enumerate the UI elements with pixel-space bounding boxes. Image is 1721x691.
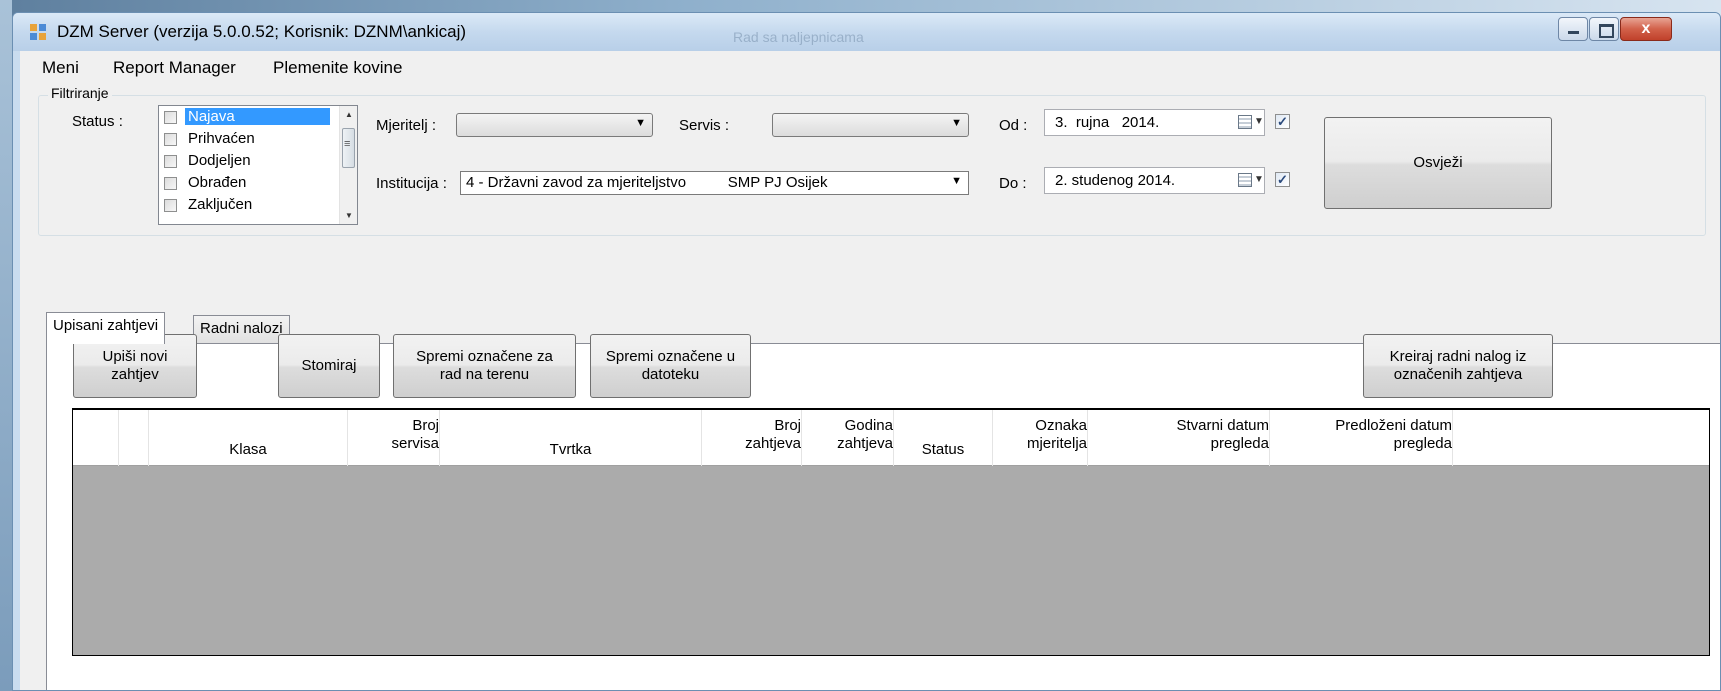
chevron-down-icon: ▼ — [635, 117, 646, 129]
mjeritelj-combo[interactable]: ▼ — [456, 113, 653, 137]
status-item-zakljucen[interactable]: Zaključen — [161, 195, 331, 217]
status-checklist[interactable]: Najava Prihvaćen Dodjeljen Obrađen Zaklj… — [158, 105, 358, 225]
main-window: DZM Server (verzija 5.0.0.52; Korisnik: … — [12, 12, 1721, 691]
servis-combo[interactable]: ▼ — [772, 113, 969, 137]
menu-meni[interactable]: Meni — [42, 58, 79, 78]
maximize-button[interactable] — [1589, 17, 1619, 41]
checklist-scrollbar[interactable]: ▲ ▼ — [339, 106, 357, 224]
desktop-edge — [0, 0, 12, 691]
column-header-klasa[interactable]: Klasa — [149, 410, 348, 466]
select-column-header[interactable] — [119, 410, 149, 466]
client-area: Meni Report Manager Plemenite kovine Fil… — [20, 51, 1720, 690]
column-header-tvrtka[interactable]: Tvrtka — [440, 410, 702, 466]
od-label: Od : — [999, 117, 1028, 134]
column-header-broj-zahtjeva[interactable]: Broj zahtjeva — [702, 410, 802, 466]
scroll-up-icon[interactable]: ▲ — [340, 106, 357, 123]
column-header-godina-zahtjeva[interactable]: Godina zahtjeva — [802, 410, 894, 466]
title-bar[interactable]: DZM Server (verzija 5.0.0.52; Korisnik: … — [13, 13, 1720, 51]
scroll-down-icon[interactable]: ▼ — [340, 207, 357, 224]
column-header-predlozeni-datum[interactable]: Predloženi datum pregleda — [1270, 410, 1453, 466]
mjeritelj-label: Mjeritelj : — [376, 117, 437, 134]
window-title: DZM Server (verzija 5.0.0.52; Korisnik: … — [57, 22, 467, 41]
menu-bar: Meni Report Manager Plemenite kovine — [20, 51, 1720, 83]
do-checkbox[interactable]: ✓ — [1275, 172, 1290, 187]
institucija-label: Institucija : — [376, 175, 447, 192]
status-item-obraden[interactable]: Obrađen — [161, 173, 331, 195]
filter-group-label: Filtriranje — [48, 85, 112, 101]
do-label: Do : — [999, 175, 1027, 192]
app-icon — [30, 24, 48, 42]
create-order-button[interactable]: Kreiraj radni nalog iz označenih zahtjev… — [1363, 334, 1553, 398]
cancel-button[interactable]: Stomiraj — [278, 334, 380, 398]
column-header-stvarni-datum[interactable]: Stvarni datum pregleda — [1088, 410, 1270, 466]
checkbox[interactable] — [164, 177, 177, 190]
menu-plemenite-kovine[interactable]: Plemenite kovine — [273, 58, 402, 78]
status-item-prihvacen[interactable]: Prihvaćen — [161, 129, 331, 151]
servis-label: Servis : — [679, 117, 730, 134]
tab-radni-nalozi[interactable]: Radni nalozi — [193, 315, 290, 343]
column-header-broj-servisa[interactable]: Broj servisa — [348, 410, 440, 466]
calendar-icon[interactable]: ▼ — [1238, 173, 1264, 188]
status-label: Status : — [72, 113, 123, 130]
close-button[interactable]: x — [1620, 17, 1672, 41]
column-header-filler — [1453, 410, 1709, 466]
status-item-najava[interactable]: Najava — [161, 107, 331, 129]
minimize-button[interactable] — [1558, 17, 1588, 41]
column-header-oznaka-mjeritelja[interactable]: Oznaka mjeritelja — [993, 410, 1088, 466]
calendar-icon[interactable]: ▼ — [1238, 115, 1264, 130]
background-window-title: Rad sa naljepnicama — [733, 29, 864, 45]
checkbox[interactable] — [164, 111, 177, 124]
refresh-button[interactable]: Osvježi — [1324, 117, 1552, 209]
column-header-status[interactable]: Status — [894, 410, 993, 466]
chevron-down-icon: ▼ — [951, 175, 962, 187]
od-datepicker[interactable]: 3. rujna 2014. ▼ — [1044, 109, 1265, 136]
checkbox[interactable] — [164, 199, 177, 212]
tab-upisani-zahtjevi[interactable]: Upisani zahtjevi — [46, 312, 166, 344]
save-field-button[interactable]: Spremi označene za rad na terenu — [393, 334, 576, 398]
checkbox[interactable] — [164, 133, 177, 146]
status-item-dodjeljen[interactable]: Dodjeljen — [161, 151, 331, 173]
checkbox[interactable] — [164, 155, 177, 168]
grid-header: Klasa Broj servisa Tvrtka Broj zahtjeva Go… — [73, 410, 1709, 466]
institucija-combo[interactable]: 4 - Državni zavod za mjeriteljstvo SMP P… — [460, 171, 969, 195]
requests-grid[interactable]: Klasa Broj servisa Tvrtka Broj zahtjeva Go… — [72, 408, 1710, 656]
menu-report-manager[interactable]: Report Manager — [113, 58, 236, 78]
do-datepicker[interactable]: 2. studenog 2014. ▼ — [1044, 167, 1265, 194]
od-checkbox[interactable]: ✓ — [1275, 114, 1290, 129]
chevron-down-icon: ▼ — [951, 117, 962, 129]
row-header-cell[interactable] — [73, 410, 119, 466]
save-file-button[interactable]: Spremi označene u datoteku — [590, 334, 751, 398]
scroll-thumb[interactable] — [342, 128, 355, 168]
